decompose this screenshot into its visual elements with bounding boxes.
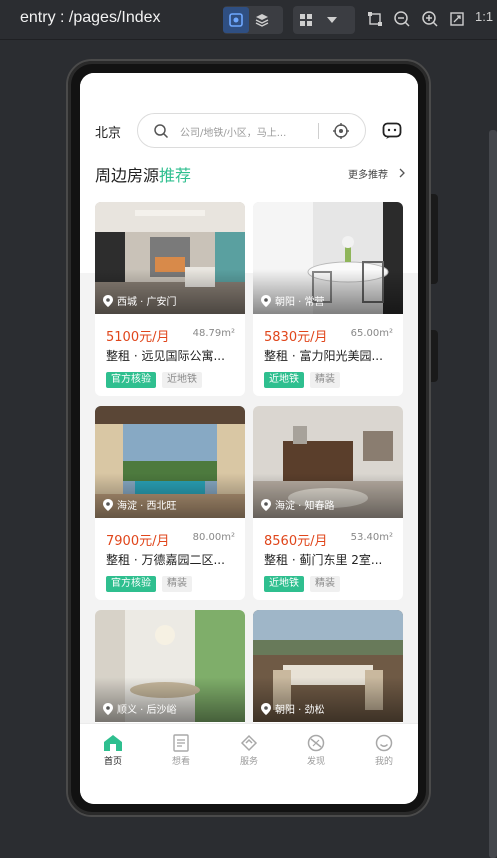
components-group <box>293 6 355 34</box>
search-bar[interactable]: 公司/地铁/小区，马上... <box>137 113 366 148</box>
listing-tag: 官方核验 <box>106 576 156 592</box>
search-divider <box>318 123 319 139</box>
device-power-button <box>431 330 438 382</box>
service-icon <box>240 734 258 752</box>
listing-area: 48.79m² <box>192 328 235 339</box>
listing-photo: 顺义 · 后沙峪 <box>95 610 245 722</box>
listing-photo: 海淀 · 西北旺 <box>95 406 245 518</box>
discover-icon <box>307 734 325 752</box>
layers-icon[interactable] <box>249 7 275 33</box>
listing-photo: 西城 · 广安门 <box>95 202 245 314</box>
inspect-icon[interactable] <box>223 7 249 33</box>
listing-location: 顺义 · 后沙峪 <box>103 701 177 716</box>
tab-service[interactable]: 服务 <box>224 734 274 767</box>
components-icon[interactable] <box>293 7 319 33</box>
phone-screen: 北京 公司/地铁/小区，马上... 周边房源推荐 更多推荐 西城 · 广安门 5… <box>80 73 418 804</box>
bottom-tab-bar: 首页 想看 服务 发现 我的 <box>80 723 418 804</box>
listing-area: 65.00m² <box>350 328 393 339</box>
tab-label: 发现 <box>306 757 325 767</box>
listing-title: 整租 · 蓟门东里 2室... <box>264 553 383 567</box>
search-icon <box>154 124 169 139</box>
listing-location: 海淀 · 西北旺 <box>103 497 177 512</box>
listing-location: 朝阳 · 常营 <box>261 293 325 308</box>
listing-card[interactable]: 西城 · 广安门 5100元/月 48.79m² 整租 · 远见国际公寓... … <box>95 202 245 396</box>
home-icon <box>104 735 122 751</box>
listing-tags: 官方核验 精装 <box>106 576 192 592</box>
listing-area: 80.00m² <box>192 532 235 543</box>
listing-tags: 官方核验 近地铁 <box>106 372 202 388</box>
view-mode-group <box>223 6 283 34</box>
section-title-main: 周边房源 <box>95 166 160 185</box>
tab-discover[interactable]: 发现 <box>291 734 341 767</box>
listing-tag: 官方核验 <box>106 372 156 388</box>
listing-card[interactable]: 朝阳 · 常营 5830元/月 65.00m² 整租 · 富力阳光美园... 近… <box>253 202 403 396</box>
listing-photo: 朝阳 · 劲松 <box>253 610 403 722</box>
listing-tag: 近地铁 <box>264 576 304 592</box>
tab-home[interactable]: 首页 <box>88 734 138 767</box>
fit-screen-icon[interactable] <box>446 8 468 30</box>
listing-photo: 朝阳 · 常营 <box>253 202 403 314</box>
listing-location: 海淀 · 知春路 <box>261 497 335 512</box>
listing-title: 整租 · 万德嘉园二区... <box>106 553 225 567</box>
zoom-out-icon[interactable] <box>391 8 413 30</box>
listing-tag: 精装 <box>310 576 340 592</box>
section-title-highlight: 推荐 <box>159 166 192 185</box>
listing-price: 5830元/月 <box>264 330 328 345</box>
ide-page-title: entry : /pages/Index <box>20 9 161 26</box>
tab-label: 想看 <box>171 757 190 767</box>
ide-scrollbar[interactable] <box>489 130 497 858</box>
location-pin-icon <box>261 294 271 307</box>
listing-price: 7900元/月 <box>106 534 170 549</box>
list-icon <box>173 734 189 752</box>
listing-price: 5100元/月 <box>106 330 170 345</box>
location-pin-icon <box>103 498 113 511</box>
listing-tags: 近地铁 精装 <box>264 576 340 592</box>
listing-card[interactable]: 海淀 · 知春路 8560元/月 53.40m² 整租 · 蓟门东里 2室...… <box>253 406 403 600</box>
listing-location: 朝阳 · 劲松 <box>261 701 325 716</box>
listing-location: 西城 · 广安门 <box>103 293 177 308</box>
tab-label: 服务 <box>239 757 258 767</box>
tab-profile[interactable]: 我的 <box>359 734 409 767</box>
dropdown-icon[interactable] <box>319 7 345 33</box>
message-icon[interactable] <box>382 122 402 140</box>
location-pin-icon <box>261 498 271 511</box>
listing-tag: 精装 <box>310 372 340 388</box>
ratio-toggle[interactable]: 1:1 <box>475 9 493 24</box>
listing-tag: 精装 <box>162 576 192 592</box>
device-volume-button <box>431 194 438 284</box>
location-pin-icon <box>261 702 271 715</box>
tab-wishlist[interactable]: 想看 <box>156 734 206 767</box>
listing-tag: 近地铁 <box>162 372 202 388</box>
section-title: 周边房源推荐 <box>95 162 191 186</box>
tab-label: 我的 <box>374 757 393 767</box>
ide-toolbar: entry : /pages/Index 1:1 <box>0 0 497 40</box>
more-recommend-link[interactable]: 更多推荐 <box>348 166 388 181</box>
tab-label: 首页 <box>103 757 122 767</box>
chevron-right-icon[interactable] <box>398 168 406 178</box>
listing-price: 8560元/月 <box>264 534 328 549</box>
location-pin-icon <box>103 294 113 307</box>
listing-photo: 海淀 · 知春路 <box>253 406 403 518</box>
listing-title: 整租 · 远见国际公寓... <box>106 349 225 363</box>
profile-icon <box>375 734 393 752</box>
listing-title: 整租 · 富力阳光美园... <box>264 349 383 363</box>
locate-icon[interactable] <box>332 122 350 140</box>
search-input[interactable]: 公司/地铁/小区，马上... <box>180 124 310 139</box>
bounds-icon[interactable] <box>364 8 386 30</box>
city-selector[interactable]: 北京 <box>95 122 121 141</box>
listing-tag: 近地铁 <box>264 372 304 388</box>
listing-card[interactable]: 海淀 · 西北旺 7900元/月 80.00m² 整租 · 万德嘉园二区... … <box>95 406 245 600</box>
listing-area: 53.40m² <box>350 532 393 543</box>
zoom-in-icon[interactable] <box>419 8 441 30</box>
location-pin-icon <box>103 702 113 715</box>
listing-tags: 近地铁 精装 <box>264 372 340 388</box>
